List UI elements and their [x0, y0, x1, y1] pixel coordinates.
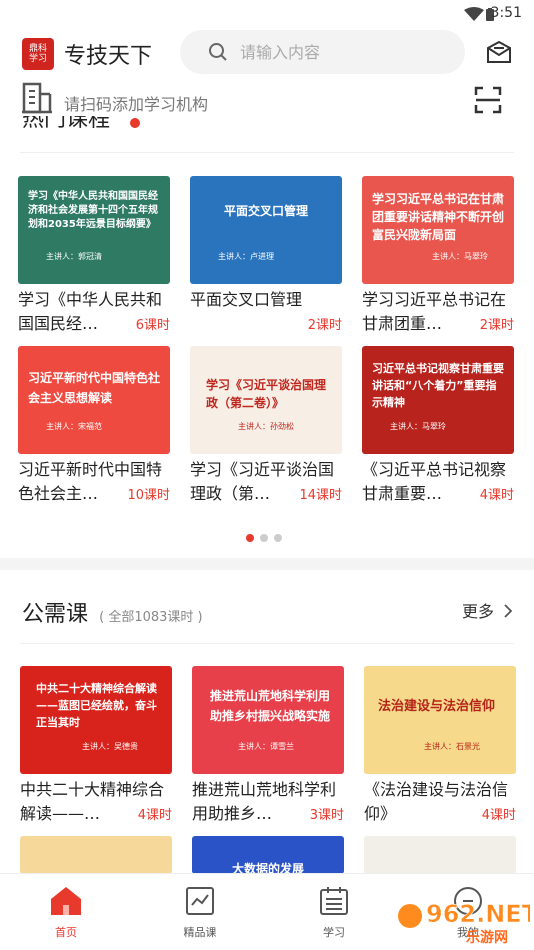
course-card[interactable]: 学习《中华人民共和国国民经济和社会发展第十四个五年规划和2035年远景目标纲要》… — [18, 176, 170, 336]
course-card[interactable]: 习近平新时代中国特色社会主义思想解读 主讲人：宋福范 习近平新时代中国特色社会主… — [18, 346, 170, 506]
course-card[interactable] — [20, 836, 172, 874]
status-bar: 3:51 — [0, 0, 534, 28]
course-card[interactable] — [364, 836, 516, 874]
course-thumbnail: 学习《中华人民共和国国民经济和社会发展第十四个五年规划和2035年远景目标纲要》… — [18, 176, 170, 284]
home-icon — [51, 887, 81, 915]
section-title: 公需课 — [22, 602, 89, 627]
thumbnail-title: 学习《习近平谈治国理政（第二卷）》 — [206, 378, 327, 410]
thumbnail-lecturer: 主讲人：马翠玲 — [432, 252, 488, 261]
thumbnail-lecturer: 主讲人：马翠玲 — [390, 422, 446, 431]
course-card[interactable]: 中共二十大精神综合解读——蓝图已经绘就，奋斗正当其时 主讲人：吴德贵 中共二十大… — [20, 666, 172, 826]
course-hours: 10课时 — [123, 484, 170, 503]
divider — [20, 152, 514, 153]
course-hours: 14课时 — [295, 484, 342, 503]
course-card[interactable]: 大数据的发展 — [192, 836, 344, 874]
course-card[interactable]: 学习习近平总书记在甘肃团重要讲话精神不断开创富民兴陇新局面 主讲人：马翠玲 学习… — [362, 176, 514, 336]
pager-dot[interactable] — [274, 534, 282, 542]
tab-home[interactable]: 首页 — [26, 886, 106, 940]
thumbnail-lecturer: 主讲人：吴德贵 — [82, 742, 138, 751]
more-link[interactable]: 更多 — [462, 598, 513, 622]
section-subtitle: ( 全部1083课时 ) — [99, 610, 203, 625]
chart-icon — [186, 887, 214, 915]
chevron-right-icon — [504, 604, 513, 618]
course-card[interactable]: 平面交叉口管理 主讲人：卢进理 平面交叉口管理 2课时 — [190, 176, 342, 336]
course-thumbnail: 学习《习近平谈治国理政（第二卷）》 主讲人：孙劲松 — [190, 346, 342, 454]
thumbnail-lecturer: 主讲人：谭雪兰 — [238, 742, 294, 751]
building-icon — [22, 82, 52, 114]
message-icon[interactable] — [486, 40, 512, 64]
thumbnail-title: 学习习近平总书记在甘肃团重要讲话精神不断开创富民兴陇新局面 — [372, 192, 505, 242]
carousel-pager[interactable] — [246, 527, 288, 546]
thumbnail-title: 学习《中华人民共和国国民经济和社会发展第十四个五年规划和2035年远景目标纲要》 — [28, 191, 158, 230]
thumbnail-lecturer: 主讲人：石景光 — [424, 742, 480, 751]
section-gap — [0, 558, 534, 570]
thumbnail-title: 推进荒山荒地科学利用助推乡村振兴战略实施 — [210, 689, 331, 723]
scan-bar[interactable]: 请扫码添加学习机构 — [0, 82, 534, 120]
svg-text:乐游网: 乐游网 — [466, 929, 508, 946]
search-bar[interactable] — [180, 30, 465, 74]
hot-dot — [130, 118, 140, 128]
app-logo: 鼎科 学习 — [22, 38, 54, 70]
course-hours: 4课时 — [475, 484, 514, 503]
course-thumbnail: 法治建设与法治信仰 主讲人：石景光 — [364, 666, 516, 774]
search-icon — [209, 43, 227, 61]
course-card[interactable]: 习近平总书记视察甘肃重要讲话和“八个着力”重要指示精神 主讲人：马翠玲 《习近平… — [362, 346, 514, 506]
public-section-header: 公需课 ( 全部1083课时 ) — [22, 596, 203, 628]
thumbnail-title: 中共二十大精神综合解读——蓝图已经绘就，奋斗正当其时 — [36, 682, 157, 729]
course-hours: 4课时 — [477, 804, 516, 823]
scan-qr-icon[interactable] — [474, 86, 502, 114]
pager-dot[interactable] — [260, 534, 268, 542]
course-hours: 3课时 — [305, 804, 344, 823]
course-card[interactable]: 推进荒山荒地科学利用助推乡村振兴战略实施 主讲人：谭雪兰 推进荒山荒地科学利用助… — [192, 666, 344, 826]
thumbnail-title: 法治建设与法治信仰 — [378, 699, 496, 714]
app-title: 专技天下 — [64, 44, 153, 69]
course-thumbnail: 平面交叉口管理 主讲人：卢进理 — [190, 176, 342, 284]
course-thumbnail — [364, 836, 516, 874]
calendar-icon — [320, 887, 348, 915]
app-header: 鼎科 学习 专技天下 — [0, 28, 534, 80]
course-thumbnail: 习近平新时代中国特色社会主义思想解读 主讲人：宋福范 — [18, 346, 170, 454]
tab-study[interactable]: 学习 — [294, 886, 374, 940]
course-thumbnail: 推进荒山荒地科学利用助推乡村振兴战略实施 主讲人：谭雪兰 — [192, 666, 344, 774]
divider — [20, 643, 514, 644]
wifi-icon — [464, 7, 484, 21]
course-thumbnail: 中共二十大精神综合解读——蓝图已经绘就，奋斗正当其时 主讲人：吴德贵 — [20, 666, 172, 774]
thumbnail-lecturer: 主讲人：卢进理 — [218, 252, 274, 261]
course-thumbnail: 学习习近平总书记在甘肃团重要讲话精神不断开创富民兴陇新局面 主讲人：马翠玲 — [362, 176, 514, 284]
thumbnail-lecturer: 主讲人：宋福范 — [46, 422, 102, 431]
course-hours: 2课时 — [475, 314, 514, 333]
course-thumbnail: 习近平总书记视察甘肃重要讲话和“八个着力”重要指示精神 主讲人：马翠玲 — [362, 346, 514, 454]
site-watermark: 962.NET 乐游网 — [396, 888, 534, 946]
thumbnail-lecturer: 主讲人：郭冠清 — [46, 252, 102, 261]
course-thumbnail — [20, 836, 172, 874]
search-input[interactable] — [240, 40, 440, 64]
clock: 3:51 — [490, 5, 522, 21]
thumbnail-title: 习近平新时代中国特色社会主义思想解读 — [28, 371, 161, 405]
course-hours: 6课时 — [131, 314, 170, 333]
thumbnail-title: 平面交叉口管理 — [224, 204, 309, 218]
course-thumbnail: 大数据的发展 — [192, 836, 344, 874]
course-card[interactable]: 法治建设与法治信仰 主讲人：石景光 《法治建设与法治信仰》 4课时 — [364, 666, 516, 826]
course-hours: 4课时 — [133, 804, 172, 823]
pager-dot-active[interactable] — [246, 534, 254, 542]
svg-text:962.NET: 962.NET — [426, 900, 530, 928]
thumbnail-title: 习近平总书记视察甘肃重要讲话和“八个着力”重要指示精神 — [372, 362, 504, 409]
hot-section-title: 热门课程 — [22, 116, 222, 136]
course-hours: 2课时 — [303, 314, 342, 333]
scan-hint: 请扫码添加学习机构 — [64, 95, 209, 114]
thumbnail-lecturer: 主讲人：孙劲松 — [238, 422, 294, 431]
tab-featured[interactable]: 精品课 — [160, 886, 240, 940]
course-card[interactable]: 学习《习近平谈治国理政（第二卷）》 主讲人：孙劲松 学习《习近平谈治国理政（第…… — [190, 346, 342, 506]
